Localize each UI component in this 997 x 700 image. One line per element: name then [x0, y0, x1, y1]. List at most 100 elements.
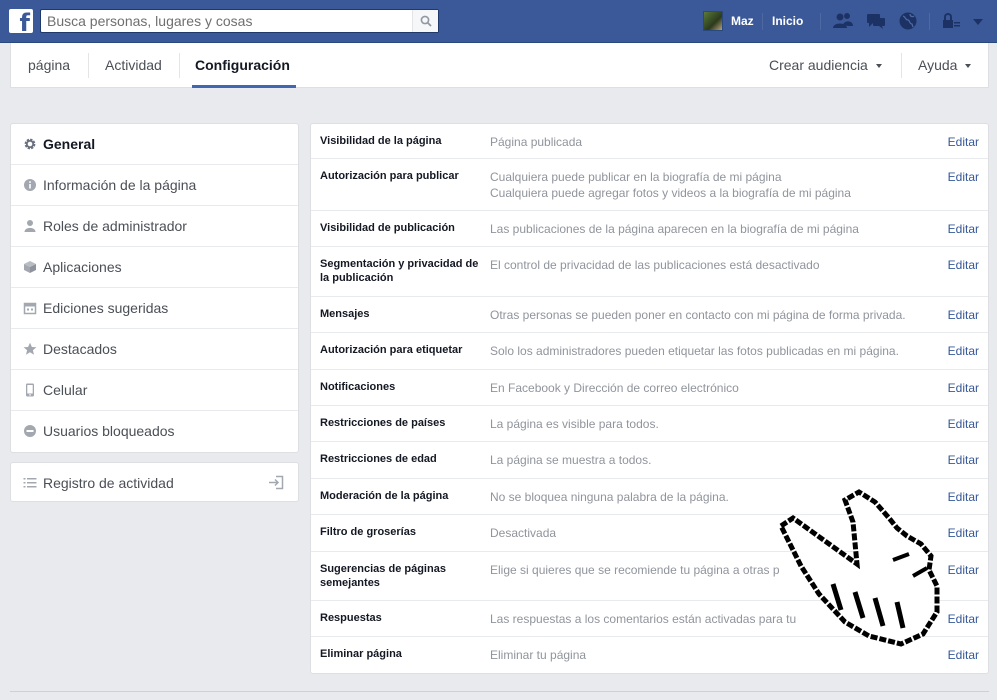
search-box: [40, 9, 439, 33]
settings-row: Respuestas Las respuestas a los comentari…: [311, 601, 988, 637]
general-settings-table: Visibilidad de la página Página publicada…: [310, 123, 989, 674]
sidebar-item-label: Información de la página: [43, 177, 197, 193]
settings-row: Restricciones de países La página es visi…: [311, 406, 988, 442]
settings-sidebar: General Información de la página Roles d…: [10, 123, 299, 453]
edit-link[interactable]: Editar: [948, 416, 979, 432]
edit-link[interactable]: Editar: [948, 489, 979, 505]
setting-name: Autorización para etiquetar: [320, 344, 463, 356]
help-dropdown[interactable]: Ayuda: [918, 43, 972, 88]
edit-link[interactable]: Editar: [948, 380, 979, 396]
settings-row: Segmentación y privacidad de la publicac…: [311, 247, 988, 297]
settings-row: Filtro de groserías Desactivada Editar: [311, 515, 988, 552]
messages-icon[interactable]: [865, 11, 887, 31]
help-label: Ayuda: [918, 57, 958, 73]
settings-row: Moderación de la página No se bloquea nin…: [311, 479, 988, 515]
sidebar-item-label: Roles de administrador: [43, 218, 187, 234]
setting-name: Restricciones de países: [320, 417, 446, 429]
setting-value: Solo los administradores pueden etiqueta…: [490, 344, 899, 358]
footer-divider: [10, 691, 989, 692]
settings-row: Autorización para etiquetar Solo los admi…: [311, 333, 988, 370]
activity-log-label: Registro de actividad: [43, 475, 174, 491]
setting-value: Eliminar tu página: [490, 648, 587, 662]
settings-row: Mensajes Otras personas se pueden poner e…: [311, 297, 988, 333]
setting-value: Cualquiera puede publicar en la biografí…: [490, 170, 851, 200]
edit-link[interactable]: Editar: [948, 647, 979, 663]
setting-name: Autorización para publicar: [320, 170, 459, 182]
edit-link[interactable]: Editar: [948, 307, 979, 323]
sidebar-item-apps[interactable]: Aplicaciones: [11, 247, 298, 288]
search-input[interactable]: [41, 10, 411, 32]
edit-link[interactable]: Editar: [948, 169, 979, 185]
setting-value: El control de privacidad de las publicac…: [490, 258, 820, 272]
settings-menu-icon[interactable]: [968, 11, 988, 31]
sidebar-item-blocked-users[interactable]: Usuarios bloqueados: [11, 411, 298, 452]
setting-value: En Facebook y Dirección de correo electr…: [490, 381, 739, 395]
cube-icon: [24, 261, 36, 273]
setting-name: Mensajes: [320, 308, 370, 320]
settings-row: Sugerencias de páginas semejantes Elige s…: [311, 552, 988, 601]
tab-divider: [179, 53, 180, 78]
active-tab-indicator: [192, 85, 296, 88]
notifications-globe-icon[interactable]: [897, 11, 919, 31]
settings-row: Eliminar página Eliminar tu página Editar: [311, 637, 988, 673]
search-icon: [420, 15, 432, 27]
create-audience-dropdown[interactable]: Crear audiencia: [769, 43, 882, 88]
settings-row: Restricciones de edad La página se muestr…: [311, 442, 988, 479]
setting-name: Filtro de groserías: [320, 526, 416, 538]
sidebar-item-suggested-edits[interactable]: Ediciones sugeridas: [11, 288, 298, 329]
setting-value: La página se muestra a todos.: [490, 453, 652, 467]
setting-name: Moderación de la página: [320, 490, 449, 502]
sidebar-item-featured[interactable]: Destacados: [11, 329, 298, 370]
edit-link[interactable]: Editar: [948, 343, 979, 359]
setting-value: Desactivada: [490, 526, 557, 540]
star-icon: [23, 342, 37, 355]
edit-link[interactable]: Editar: [948, 134, 979, 150]
facebook-logo-icon[interactable]: f: [9, 9, 33, 35]
sidebar-item-label: General: [43, 136, 96, 152]
sidebar-item-general[interactable]: General: [11, 124, 298, 165]
setting-value: La página es visible para todos.: [490, 417, 659, 431]
tab-divider: [901, 53, 902, 78]
setting-name: Visibilidad de publicación: [320, 222, 455, 234]
caret-down-icon: [875, 64, 882, 68]
sidebar-item-label: Aplicaciones: [43, 259, 122, 275]
block-icon: [24, 425, 36, 437]
person-icon: [24, 220, 36, 232]
sidebar-item-label: Celular: [43, 382, 88, 398]
setting-name: Respuestas: [320, 612, 382, 624]
calendar-icon: [23, 302, 37, 315]
setting-name: Sugerencias de páginas semejantes: [320, 563, 446, 589]
tab-actividad[interactable]: Actividad: [105, 43, 162, 88]
home-link[interactable]: Inicio: [772, 14, 803, 28]
tab-pagina[interactable]: página: [28, 43, 70, 88]
tab-configuracion[interactable]: Configuración: [195, 43, 290, 88]
settings-row: Autorización para publicar Cualquiera pue…: [311, 159, 988, 211]
edit-link[interactable]: Editar: [948, 611, 979, 627]
profile-name-link[interactable]: Maz: [731, 14, 754, 28]
edit-link[interactable]: Editar: [948, 221, 979, 237]
search-button[interactable]: [412, 10, 438, 32]
edit-link[interactable]: Editar: [948, 525, 979, 541]
nav-separator: [762, 13, 763, 30]
sidebar-item-mobile[interactable]: Celular: [11, 370, 298, 411]
setting-name: Notificaciones: [320, 381, 396, 393]
page-tabs-bar: página Actividad Configuración Crear aud…: [10, 43, 989, 88]
privacy-shortcuts-icon[interactable]: [940, 11, 962, 31]
edit-link[interactable]: Editar: [948, 452, 979, 468]
settings-row: Visibilidad de publicación Las publicacio…: [311, 211, 988, 247]
sidebar-item-admin-roles[interactable]: Roles de administrador: [11, 206, 298, 247]
nav-separator: [929, 13, 930, 30]
info-icon: [24, 179, 36, 191]
friend-requests-icon[interactable]: [832, 11, 854, 31]
activity-log-link[interactable]: Registro de actividad: [10, 462, 299, 502]
avatar[interactable]: [703, 11, 723, 31]
edit-link[interactable]: Editar: [948, 257, 979, 273]
setting-value: Elige si quieres que se recomiende tu pá…: [490, 563, 780, 577]
settings-row: Visibilidad de la página Página publicada…: [311, 124, 988, 159]
setting-value: Las publicaciones de la página aparecen …: [490, 222, 859, 236]
list-icon: [23, 478, 37, 488]
sidebar-item-label: Destacados: [43, 341, 117, 357]
sidebar-item-label: Usuarios bloqueados: [43, 423, 175, 439]
edit-link[interactable]: Editar: [948, 562, 979, 578]
sidebar-item-info[interactable]: Información de la página: [11, 165, 298, 206]
